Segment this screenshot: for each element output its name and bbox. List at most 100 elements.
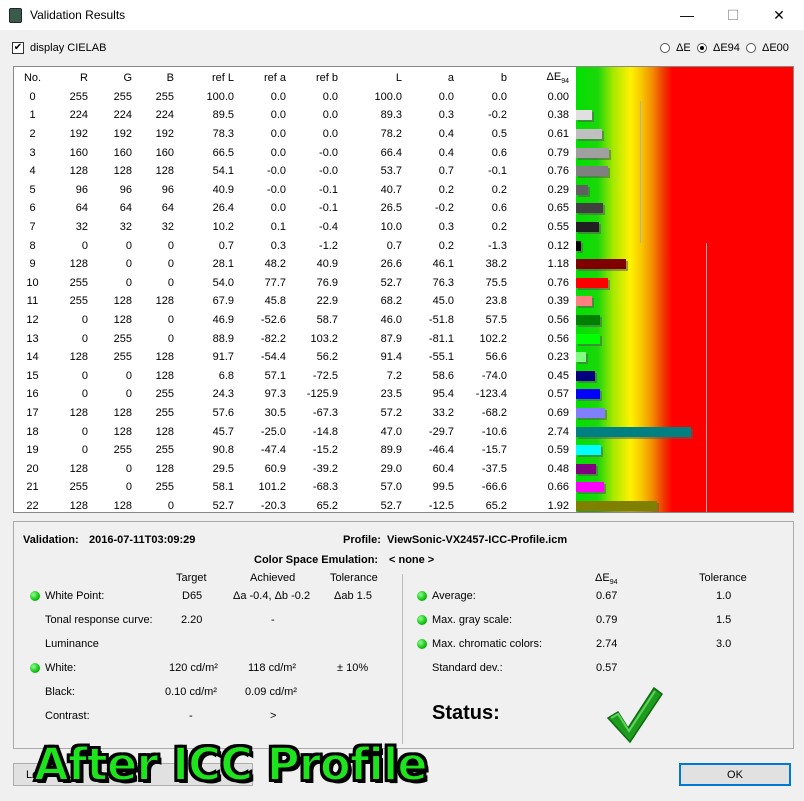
table-cell: -0.2 [435,202,454,215]
table-cell: 0 [167,332,174,345]
table-cell: 91.4 [380,351,402,364]
table-cell: 0.39 [547,295,569,308]
table-cell: -0.1 [488,165,507,178]
col-tolerance-header: Tolerance [330,572,378,584]
table-cell: 24.3 [212,388,234,401]
radio-de00-indicator[interactable] [746,43,756,53]
table-cell: 128 [69,499,88,512]
table-cell: 160 [155,146,174,159]
emulation-value: < none > [389,554,435,566]
table-cell: -67.3 [312,406,338,419]
table-cell: 89.9 [380,444,402,457]
radio-de00-label: ΔE00 [762,42,789,54]
table-header-row: No. R G Bref L ref a ref b La b ΔE94 [14,69,569,88]
radio-de94-indicator[interactable] [697,43,707,53]
table-cell: -55.1 [428,351,454,364]
black-luminance-label: Black: [45,686,75,698]
table-cell: 0.4 [438,128,454,141]
table-cell: -47.4 [260,444,286,457]
emulation-label: Color Space Emulation: [254,554,379,566]
table-cell: 100.0 [206,90,234,103]
radio-de00[interactable]: ΔE00 [746,42,789,54]
table-cell: 52.7 [380,499,402,512]
gray-tolerance-line [640,101,641,243]
max-chroma-value: 2.74 [596,638,618,650]
table-cell: -0.0 [319,146,338,159]
table-cell: 0.7 [386,239,402,252]
table-cell: 0.7 [438,165,454,178]
table-cell: 255 [113,351,132,364]
table-cell: 0 [81,369,88,382]
table-cell: 0.2 [438,239,454,252]
stddev-value: 0.57 [596,662,618,674]
contrast-achieved: > [270,710,277,722]
white-luminance-status-icon [30,663,40,673]
table-cell: 0.23 [547,351,569,364]
delta-e-bar [576,333,600,344]
header-cell: ΔE94 [546,71,569,86]
table-cell: -39.2 [312,462,338,475]
minimize-button[interactable]: — [664,0,710,30]
table-cell: -14.8 [312,425,338,438]
table-cell: 10.2 [212,221,234,234]
table-row: 5 96 96 96 40.9 -0.0 -0.1 40.7 0.2 0.2 0.29 [14,181,569,200]
luminance-label: Luminance [45,638,99,650]
radio-de-indicator[interactable] [660,43,670,53]
header-cell: G [123,72,132,85]
table-cell: 40.9 [316,258,338,271]
table-cell: 0 [167,258,174,271]
table-cell: 29.0 [380,462,402,475]
header-cell: b [500,72,507,85]
table-cell: 0.7 [218,239,234,252]
table-cell: 15 [26,369,39,382]
table-cell: 0.0 [270,128,286,141]
table-row: 17 128 128 255 57.6 30.5 -67.3 57.2 33.2 -68.2 0.6… [14,404,569,423]
radio-de[interactable]: ΔE [660,42,691,54]
max-gray-status-icon [417,615,427,625]
radio-de-label: ΔE [676,42,691,54]
white-luminance-label: White: [45,662,77,674]
table-cell: 40.9 [212,183,234,196]
chroma-tolerance-line [706,243,707,512]
delta-e-gradient-scale [576,67,793,512]
table-cell: 11 [26,295,39,308]
ok-button[interactable]: OK [679,763,791,786]
table-cell: 6.8 [218,369,234,382]
table-cell: 0 [29,90,36,103]
close-button[interactable]: ✕ [756,0,802,30]
table-cell: 10.0 [380,221,402,234]
table-cell: 66.5 [212,146,234,159]
table-cell: 128 [69,258,88,271]
table-row: 19 0 255 255 90.8 -47.4 -15.2 89.9 -46.4 -15.7 0.5… [14,441,569,460]
table-cell: 0.79 [547,146,569,159]
header-cell: B [166,72,174,85]
display-cielab-checkbox[interactable]: ✔ display CIELAB [12,42,106,54]
table-cell: 0.76 [547,276,569,289]
checkbox-check-icon[interactable]: ✔ [12,42,24,54]
table-cell: 0.3 [438,109,454,122]
max-gray-value: 0.79 [596,614,618,626]
table-cell: 66.4 [380,146,402,159]
table-cell: 100.0 [374,90,402,103]
table-cell: 96 [161,183,174,196]
validation-timestamp: 2016-07-11T03:09:29 [89,534,196,546]
maximize-button[interactable]: ☐ [710,0,756,30]
table-cell: 0 [125,481,132,494]
max-gray-label: Max. gray scale: [432,614,513,626]
overlay-caption: After ICC Profile [33,738,429,791]
radio-de94[interactable]: ΔE94 [697,42,740,54]
stddev-label: Standard dev.: [432,662,503,674]
table-cell: 255 [113,90,132,103]
table-cell: -66.6 [481,481,507,494]
table-cell: 255 [155,388,174,401]
table-cell: 46.1 [432,258,454,271]
table-cell: 26.5 [380,202,402,215]
delta-e-bar [576,166,608,177]
table-cell: 0 [81,332,88,345]
table-cell: 48.2 [264,258,286,271]
table-cell: -20.3 [260,499,286,512]
table-cell: 57.6 [212,406,234,419]
table-cell: 0 [167,314,174,327]
table-cell: 13 [26,332,39,345]
table-cell: 0.4 [438,146,454,159]
